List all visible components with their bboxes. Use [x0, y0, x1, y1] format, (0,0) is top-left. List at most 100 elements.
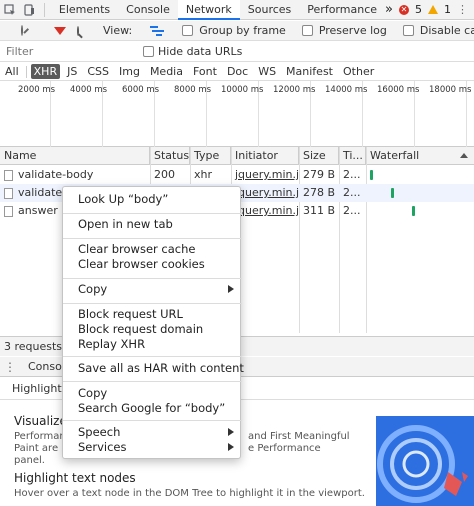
- search-icon[interactable]: [77, 25, 79, 36]
- menu-item-speech[interactable]: Speech: [63, 424, 242, 440]
- menu-item-label: Save all as HAR with content: [78, 361, 244, 375]
- disable-cache-label: Disable cache: [419, 24, 474, 37]
- waterfall-bar: [370, 170, 373, 180]
- overview-tick-label: 8000 ms: [174, 85, 212, 95]
- type-filter-manifest[interactable]: Manifest: [283, 64, 336, 79]
- request-initiator-link[interactable]: jquery.min.j...: [231, 166, 299, 184]
- warning-icon[interactable]: [428, 5, 438, 14]
- menu-item-label: Search Google for “body”: [78, 401, 226, 415]
- type-filter-all[interactable]: All: [2, 64, 22, 79]
- menu-item-label: Open in new tab: [78, 217, 173, 231]
- overview-tick-label: 18000 ms: [429, 85, 472, 95]
- error-count[interactable]: 5: [415, 3, 422, 16]
- request-name[interactable]: answer: [14, 202, 62, 220]
- menu-separator: [63, 238, 242, 239]
- table-row[interactable]: validate-body 200 xhr jquery.min.j... 27…: [0, 166, 474, 184]
- menu-separator: [63, 356, 242, 357]
- whats-new-body-line: panel.: [14, 455, 45, 466]
- inspect-element-icon[interactable]: [0, 0, 19, 20]
- more-tabs-button[interactable]: »: [385, 2, 393, 17]
- waterfall-bar: [391, 188, 394, 198]
- type-filter-ws[interactable]: WS: [255, 64, 279, 79]
- whats-new-body-line: and First Meaningful: [248, 431, 350, 442]
- menu-item-block-domain[interactable]: Block request domain: [63, 321, 242, 337]
- type-filter-js[interactable]: JS: [64, 64, 80, 79]
- overview-tick-label: 12000 ms: [273, 85, 316, 95]
- menu-item-search-google[interactable]: Search Google for “body”: [63, 400, 242, 416]
- disable-cache-checkbox[interactable]: [402, 25, 414, 36]
- column-header-name[interactable]: Name: [0, 147, 150, 165]
- menu-item-label: Block request URL: [78, 307, 183, 321]
- network-overview-timeline[interactable]: 2000 ms 4000 ms 6000 ms 8000 ms 10000 ms…: [0, 81, 474, 147]
- menu-item-clear-cookies[interactable]: Clear browser cookies: [63, 256, 242, 272]
- type-filter-css[interactable]: CSS: [84, 64, 112, 79]
- column-header-waterfall[interactable]: Waterfall: [366, 147, 474, 165]
- menu-item-block-url[interactable]: Block request URL: [63, 306, 242, 322]
- menu-item-clear-cache[interactable]: Clear browser cache: [63, 241, 242, 257]
- menu-item-services[interactable]: Services: [63, 439, 242, 455]
- request-size: 278 B: [303, 186, 336, 199]
- divider: [44, 2, 45, 17]
- overview-icon[interactable]: [150, 25, 165, 36]
- filter-row: Hide data URLs: [0, 42, 474, 62]
- request-time: 2...: [343, 186, 361, 199]
- menu-item-copy[interactable]: Copy: [63, 385, 242, 401]
- group-by-frame-label: Group by frame: [199, 24, 286, 37]
- highlight-body: Hover over a text node in the DOM Tree t…: [14, 488, 365, 499]
- preserve-log-checkbox[interactable]: [301, 25, 313, 36]
- divider: [25, 65, 27, 78]
- kebab-menu-icon[interactable]: ⋮: [457, 3, 468, 16]
- menu-item-open-new-tab[interactable]: Open in new tab: [63, 216, 242, 232]
- request-name[interactable]: validate-body: [14, 166, 150, 184]
- filter-input[interactable]: [0, 42, 135, 61]
- overview-tick-label: 10000 ms: [221, 85, 264, 95]
- column-header-time[interactable]: Ti...: [339, 147, 366, 165]
- tab-console[interactable]: Console: [118, 0, 178, 20]
- submenu-arrow-icon: [228, 285, 234, 293]
- menu-item-label: Services: [78, 440, 127, 454]
- hide-data-urls-checkbox[interactable]: [143, 46, 154, 57]
- request-name[interactable]: validate-b: [14, 184, 62, 202]
- tab-elements[interactable]: Elements: [51, 0, 118, 20]
- menu-item-label: Speech: [78, 425, 121, 439]
- column-header-size[interactable]: Size: [299, 147, 339, 165]
- menu-item-label: Replay XHR: [78, 337, 146, 351]
- menu-item-label: Clear browser cookies: [78, 257, 205, 271]
- overview-tick-label: 2000 ms: [18, 85, 56, 95]
- type-filter-other[interactable]: Other: [340, 64, 377, 79]
- column-header-type[interactable]: Type: [190, 147, 231, 165]
- warning-count[interactable]: 1: [444, 3, 451, 16]
- file-icon: [4, 188, 13, 199]
- type-filter-doc[interactable]: Doc: [224, 64, 251, 79]
- preserve-log-label: Preserve log: [318, 24, 387, 37]
- request-status: 200: [154, 168, 175, 181]
- menu-item-save-har[interactable]: Save all as HAR with content: [63, 360, 244, 376]
- menu-separator: [63, 303, 242, 304]
- whats-new-body-line: Performan: [14, 431, 66, 442]
- file-icon: [4, 170, 13, 181]
- type-filter-font[interactable]: Font: [190, 64, 220, 79]
- requests-table-header: Name Status Type Initiator Size Ti... Wa…: [0, 147, 474, 165]
- error-icon[interactable]: ✕: [399, 4, 409, 15]
- menu-item-label: Look Up “body”: [78, 192, 169, 206]
- type-filter-img[interactable]: Img: [116, 64, 143, 79]
- filter-icon[interactable]: [54, 26, 66, 35]
- menu-item-replay-xhr[interactable]: Replay XHR: [63, 336, 242, 352]
- column-header-status[interactable]: Status: [150, 147, 190, 165]
- submenu-arrow-icon: [228, 443, 234, 451]
- menu-item-look-up[interactable]: Look Up “body”: [63, 191, 242, 207]
- tab-performance[interactable]: Performance: [299, 0, 385, 20]
- menu-item-copy-submenu[interactable]: Copy: [63, 281, 242, 297]
- group-by-frame-checkbox[interactable]: [182, 25, 194, 36]
- tab-sources[interactable]: Sources: [240, 0, 300, 20]
- request-time: 2...: [343, 204, 361, 217]
- clear-icon[interactable]: [21, 25, 23, 36]
- drawer-menu-icon[interactable]: ⋮: [0, 360, 20, 374]
- device-toolbar-icon[interactable]: [19, 0, 38, 20]
- tab-network[interactable]: Network: [177, 0, 240, 20]
- type-filter-xhr[interactable]: XHR: [30, 64, 61, 79]
- view-label: View:: [103, 24, 133, 37]
- sort-ascending-icon[interactable]: [460, 153, 468, 158]
- type-filter-media[interactable]: Media: [147, 64, 186, 79]
- column-header-initiator[interactable]: Initiator: [231, 147, 299, 165]
